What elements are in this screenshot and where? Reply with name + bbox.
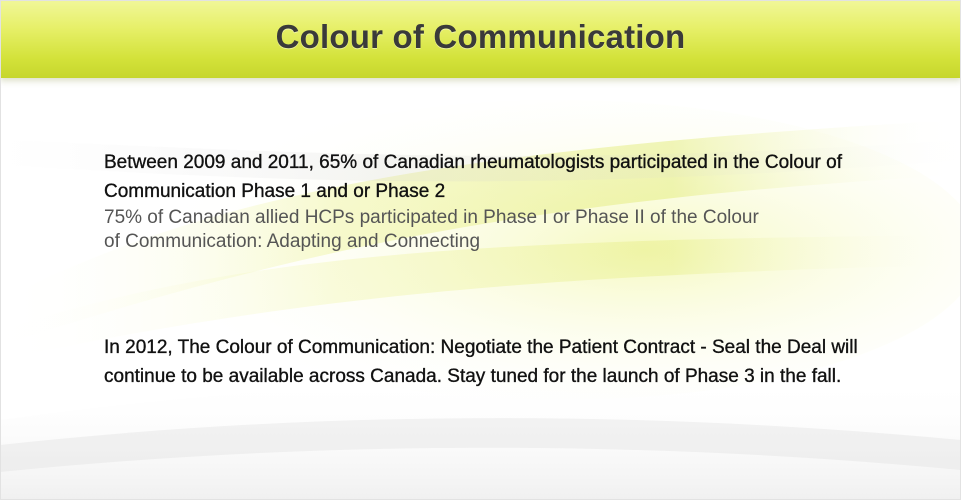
header-bar: Colour of Communication (0, 0, 961, 78)
slide: Colour of Communication Between 2009 and… (0, 0, 961, 500)
statement-2012-phase-3: In 2012, The Colour of Communication: Ne… (104, 337, 858, 387)
statement-allied-hcps: 75% of Canadian allied HCPs participated… (104, 207, 759, 252)
page-title: Colour of Communication (275, 18, 686, 55)
statement-rheumatologists: Between 2009 and 2011, 65% of Canadian r… (104, 152, 842, 202)
content-block-top: Between 2009 and 2011, 65% of Canadian r… (104, 148, 884, 254)
